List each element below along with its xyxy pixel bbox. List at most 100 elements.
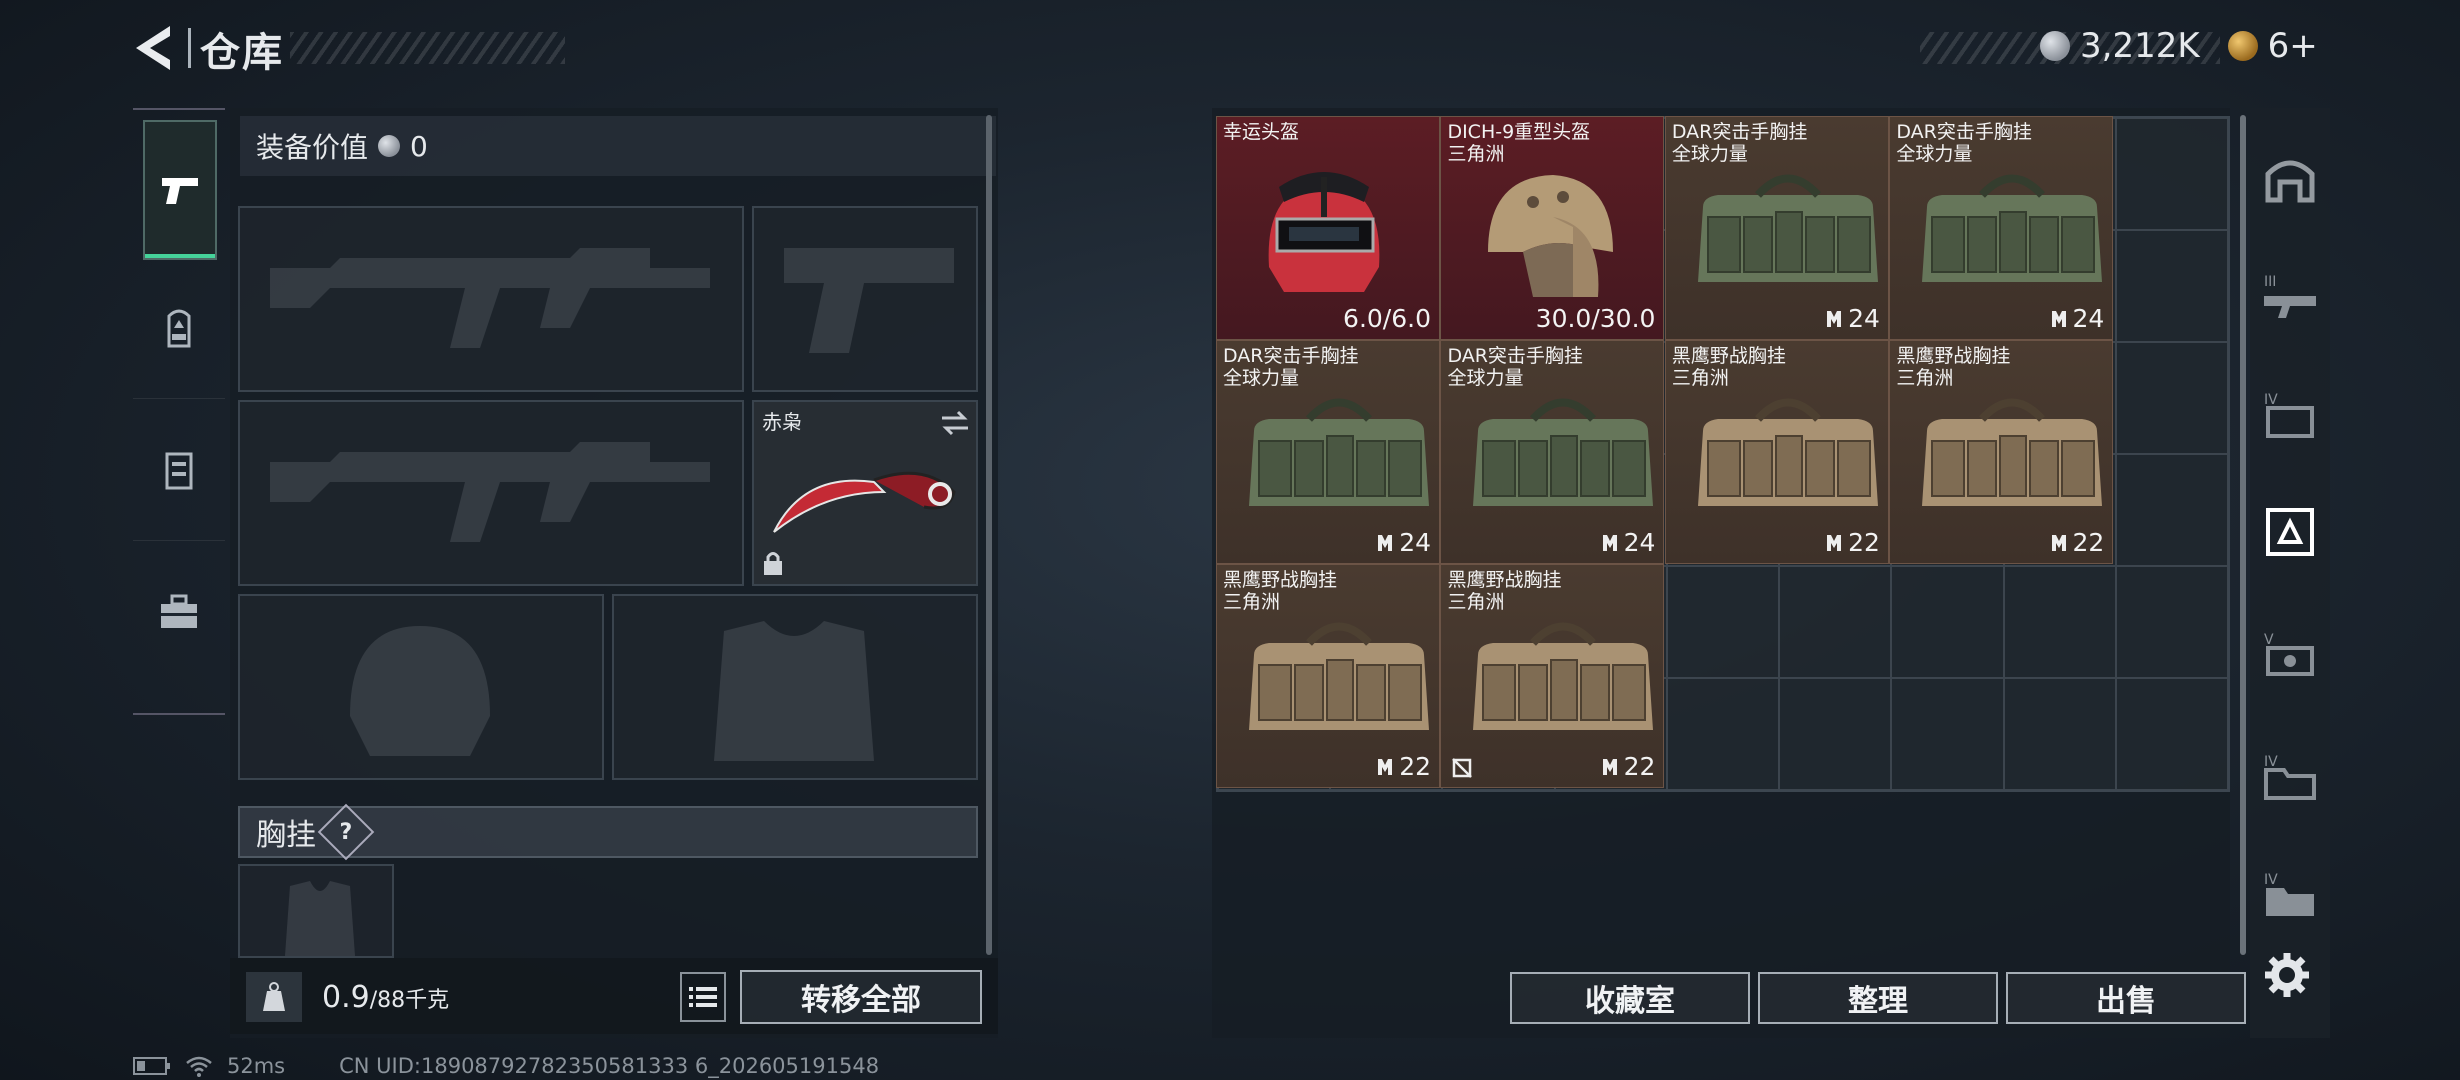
organize-button[interactable]: 整理 <box>1758 972 1998 1024</box>
stash-item[interactable]: DAR突击手胸挂 全球力量 24 <box>1440 340 1665 564</box>
equipment-scrollbar[interactable] <box>986 115 992 955</box>
status-bar: 52ms CN UID:18908792782350581333 6_20260… <box>133 1054 879 1078</box>
tab-locker[interactable] <box>133 400 225 541</box>
stash-item[interactable]: DAR突击手胸挂 全球力量 24 <box>1664 116 1889 340</box>
stash-item[interactable]: 黑鹰野战胸挂 三角洲 22 <box>1889 340 2114 564</box>
equipment-value-label: 装备价值 <box>256 131 369 164</box>
equipment-tabs <box>133 108 225 715</box>
transfer-all-button[interactable]: 转移全部 <box>740 970 982 1024</box>
coin-icon <box>378 135 401 157</box>
svg-text:III: III <box>2264 274 2276 290</box>
tab-backpack[interactable] <box>133 258 225 399</box>
item-image <box>1912 157 2112 301</box>
melee-slot[interactable]: 赤枭 <box>752 400 978 586</box>
stash-scrollbar[interactable] <box>2240 115 2246 955</box>
item-image <box>1912 381 2112 525</box>
battery-icon <box>133 1057 170 1075</box>
collection-room-button[interactable]: 收藏室 <box>1510 972 1750 1024</box>
equipment-value-bar: 装备价值 0 <box>240 116 996 176</box>
armor-slot[interactable] <box>612 594 978 780</box>
wifi-icon <box>186 1056 212 1077</box>
home-stash-icon[interactable] <box>2260 150 2320 210</box>
equipment-value: 0 <box>410 129 428 163</box>
item-value: 24 <box>1377 528 1431 557</box>
rifle-silhouette-icon <box>270 442 710 542</box>
chest-rig-label: 胸挂 <box>256 818 316 853</box>
stash-item[interactable]: 黑鹰野战胸挂 三角洲 22 <box>1664 340 1889 564</box>
item-value: 22 <box>1602 752 1655 781</box>
tab-toolbox[interactable] <box>133 542 225 682</box>
back-arrow-icon[interactable] <box>130 22 178 74</box>
stash-item[interactable]: DAR突击手胸挂 全球力量 24 <box>1216 340 1440 564</box>
stash-tier-4-folder-icon[interactable]: IV <box>2260 746 2320 806</box>
stash-equipment-filter-icon[interactable] <box>2260 502 2320 562</box>
stash-item[interactable]: 黑鹰野战胸挂 三角洲 22 <box>1216 564 1440 788</box>
helmet-silhouette-icon <box>350 626 490 756</box>
help-icon[interactable]: ? <box>317 803 375 861</box>
primary-weapon-slot[interactable] <box>238 206 744 392</box>
armor-silhouette-icon <box>714 621 874 761</box>
chest-rig-slot[interactable] <box>238 864 394 958</box>
item-image <box>1239 381 1439 525</box>
item-image <box>1688 381 1888 525</box>
stash-tier-3-weapon-icon[interactable]: III <box>2260 266 2320 326</box>
stash-tier-4-box-icon[interactable]: IV <box>2260 384 2320 444</box>
item-image <box>1463 605 1663 749</box>
pistol-silhouette-icon <box>784 248 954 353</box>
broken-icon <box>1452 758 1473 778</box>
ping-value: 52ms <box>227 1054 286 1078</box>
item-value: 22 <box>1826 528 1880 557</box>
tab-weapons[interactable] <box>143 120 217 260</box>
secondary-weapon-slot[interactable] <box>238 400 744 586</box>
item-image <box>1463 157 1633 311</box>
pistol-icon <box>162 178 198 204</box>
item-image <box>1463 381 1663 525</box>
stash-item[interactable]: DICH-9重型头盔 三角洲 30.0/30.0 <box>1440 116 1665 340</box>
karambit-knife-icon <box>773 471 956 533</box>
rifle-silhouette-icon <box>270 248 710 348</box>
stash-tier-4-archive-icon[interactable]: IV <box>2260 864 2320 924</box>
item-value: 24 <box>2051 304 2104 333</box>
weight-icon <box>263 982 285 1011</box>
item-image <box>1239 157 1409 311</box>
svg-text:IV: IV <box>2264 392 2278 408</box>
capacity-icon <box>1602 534 1617 551</box>
stash-item[interactable]: DAR突击手胸挂 全球力量 24 <box>1889 116 2114 340</box>
swap-icon[interactable] <box>940 410 970 436</box>
stash-item[interactable]: 幸运头盔 6.0/6.0 <box>1216 116 1440 340</box>
title-divider <box>188 28 191 68</box>
weight-max: /88千克 <box>369 988 450 1013</box>
locker-icon <box>165 452 193 490</box>
uid-text: CN UID:18908792782350581333 6_2026051915… <box>339 1054 880 1078</box>
svg-text:V: V <box>2264 632 2274 648</box>
helmet-slot[interactable] <box>238 594 604 780</box>
capacity-icon <box>1378 534 1393 551</box>
svg-text:IV: IV <box>2264 754 2278 770</box>
svg-text:IV: IV <box>2264 872 2278 888</box>
item-name: 幸运头盔 <box>1223 121 1300 143</box>
title-hatch-decoration <box>290 32 565 64</box>
item-value: 22 <box>1377 752 1431 781</box>
list-view-button[interactable] <box>680 972 726 1022</box>
medal-icon <box>2227 31 2258 61</box>
stash-tier-5-icon[interactable]: V <box>2260 624 2320 684</box>
stash-items: 幸运头盔 6.0/6.0 DICH-9重型头盔 三角洲 30.0/30.0 DAR突击… <box>1216 116 2230 792</box>
currency-bar: 3,212K 6+ <box>2040 26 2318 66</box>
list-icon <box>689 987 717 1007</box>
capacity-icon <box>1378 758 1393 775</box>
lock-icon <box>764 552 782 575</box>
item-image <box>1239 605 1439 749</box>
page-title: 仓库 <box>200 30 284 76</box>
item-value: 22 <box>2051 528 2104 557</box>
capacity-icon <box>1602 758 1617 775</box>
toolbox-icon <box>161 594 197 628</box>
weight-icon-box <box>246 972 302 1022</box>
item-value: 24 <box>1826 304 1880 333</box>
sell-button[interactable]: 出售 <box>2006 972 2246 1024</box>
gear-icon[interactable] <box>2262 950 2312 1000</box>
item-value: 30.0/30.0 <box>1535 304 1656 333</box>
stash-item[interactable]: 黑鹰野战胸挂 三角洲 22 <box>1440 564 1665 788</box>
chest-rig-section-header: 胸挂 ? <box>238 803 978 861</box>
chest-rig-silhouette-icon <box>285 881 355 956</box>
pistol-slot[interactable] <box>752 206 978 392</box>
